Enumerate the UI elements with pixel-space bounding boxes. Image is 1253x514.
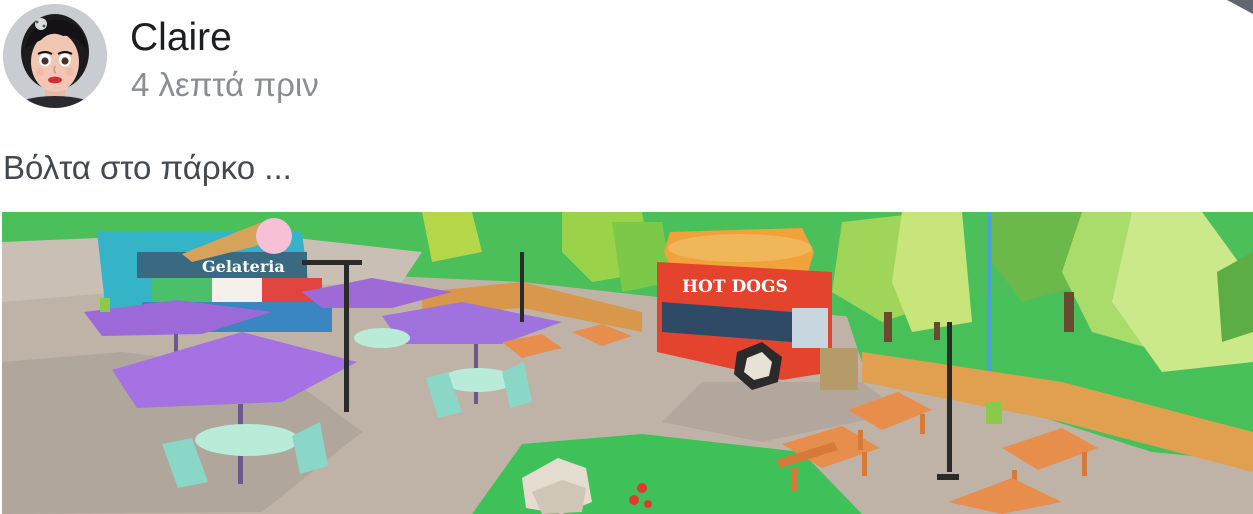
- author-name[interactable]: Claire: [130, 14, 232, 62]
- post-header: Claire 4 λεπτά πριν: [0, 0, 1253, 120]
- post-image[interactable]: Gelateria HOT DOGS: [2, 212, 1253, 514]
- shop-sign: Gelateria: [202, 257, 285, 276]
- chevron-down-icon[interactable]: [1213, 0, 1253, 20]
- park-scene-image: Gelateria HOT DOGS: [2, 212, 1253, 514]
- truck-sign: HOT DOGS: [682, 277, 788, 297]
- avatar[interactable]: [3, 4, 107, 108]
- post-text: Βόλτα στο πάρκο ...: [3, 149, 292, 186]
- post-timestamp[interactable]: 4 λεπτά πριν: [131, 64, 319, 106]
- avatar-icon: [3, 4, 107, 108]
